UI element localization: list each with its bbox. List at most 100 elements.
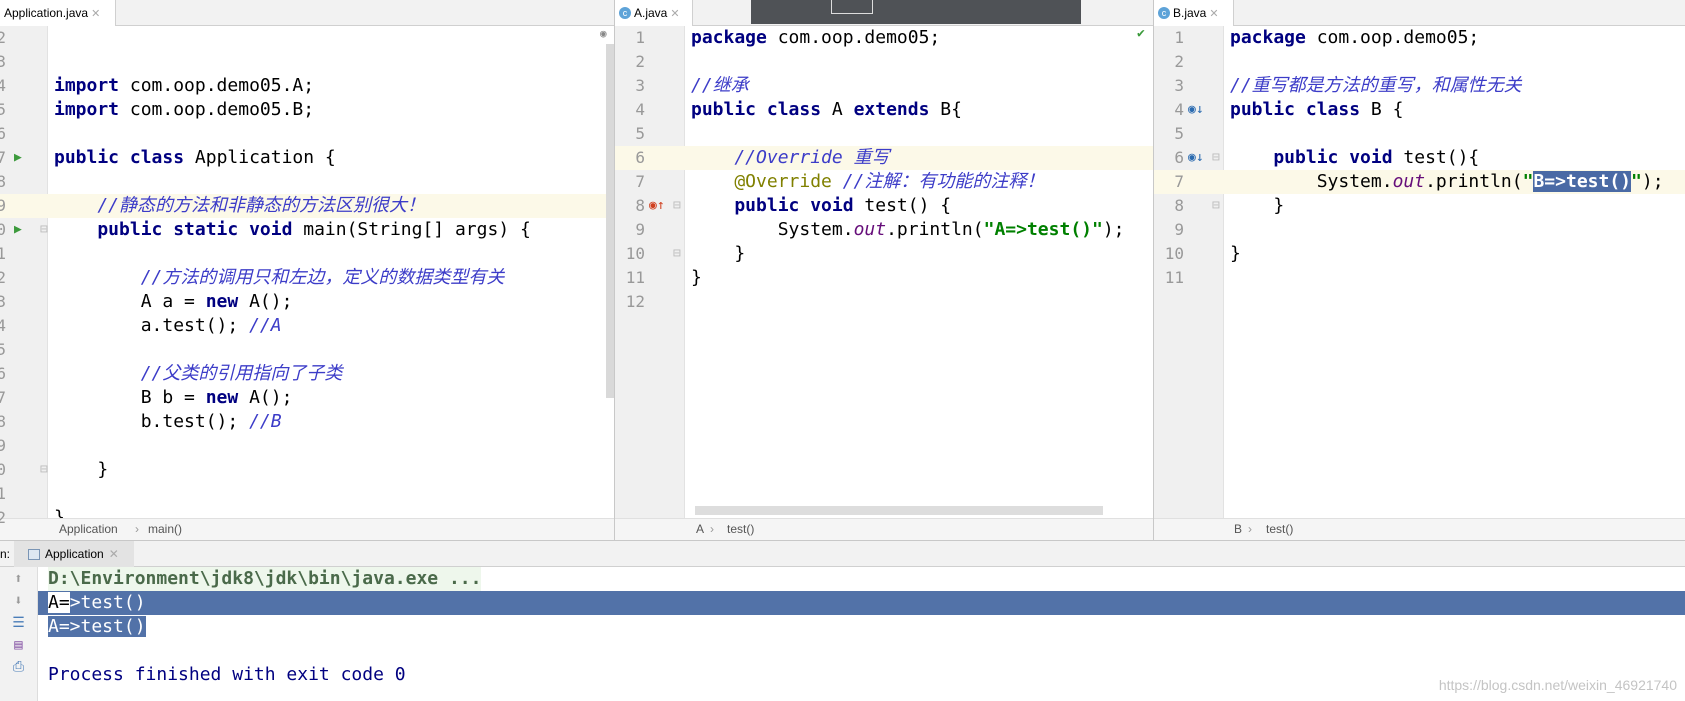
tab-a-java[interactable]: c A.java ✕: [615, 0, 693, 26]
close-icon[interactable]: ✕: [1209, 7, 1218, 20]
breadcrumb-item[interactable]: B: [1234, 519, 1242, 540]
code-token: test() {: [864, 195, 952, 216]
line-number: 5: [0, 100, 6, 119]
run-tab-bar: n: Application ✕: [0, 541, 1685, 567]
breadcrumb-item[interactable]: test(): [1266, 519, 1293, 540]
code-token: .println(: [1425, 171, 1523, 192]
line-number: 12: [625, 292, 645, 311]
overridden-icon[interactable]: ◉↓: [1188, 146, 1204, 170]
horizontal-scrollbar[interactable]: [695, 506, 1103, 515]
code-token: Application {: [194, 147, 336, 168]
console-icon: [28, 548, 40, 560]
fold-icon[interactable]: ⊟: [673, 194, 681, 218]
fold-icon[interactable]: ⊟: [1212, 146, 1220, 170]
code-area[interactable]: import com.oop.demo05.A; import com.oop.d…: [48, 26, 615, 528]
code-line: }: [1224, 194, 1685, 218]
line-number: 11: [625, 268, 645, 287]
code-token: //注解：有功能的注释！: [842, 171, 1045, 192]
breadcrumb-item[interactable]: A: [696, 519, 704, 540]
code-token: //重写都是方法的重写，和属性无关: [1230, 75, 1522, 96]
line-number: 4: [635, 100, 645, 119]
breadcrumb: A › test(): [615, 518, 1153, 540]
code-token: }: [1230, 195, 1285, 216]
code-token: );: [1641, 171, 1664, 192]
run-label: n:: [0, 547, 11, 561]
line-number: 9: [1174, 220, 1184, 239]
code-line: System.out.println("B=>test()");: [1224, 170, 1685, 194]
console-command: D:\Environment\jdk8\jdk\bin\java.exe ...: [48, 567, 482, 591]
close-icon[interactable]: ✕: [109, 547, 119, 561]
vertical-scrollbar[interactable]: [606, 44, 614, 398]
fold-icon[interactable]: ⊟: [40, 458, 48, 482]
fold-icon[interactable]: ⊟: [1212, 194, 1220, 218]
line-number: 18: [0, 412, 6, 431]
close-icon[interactable]: ✕: [91, 7, 100, 20]
tab-label: A.java: [634, 6, 668, 20]
code-token: public class: [54, 147, 195, 168]
tab-b-java[interactable]: c B.java ✕: [1154, 0, 1234, 26]
code-token: System.: [691, 219, 854, 240]
breadcrumb-item[interactable]: main(): [148, 519, 182, 540]
line-number: 3: [1174, 76, 1184, 95]
preview-eye-icon[interactable]: ◉: [600, 22, 607, 46]
soft-wrap-icon[interactable]: ☰: [0, 615, 37, 631]
code-line: public class B {: [1224, 98, 1685, 122]
line-number: 5: [1174, 124, 1184, 143]
code-token: B {: [1370, 99, 1404, 120]
code-token: main(String[] args) {: [303, 219, 531, 240]
line-number: 7: [0, 148, 6, 167]
arrow-down-icon[interactable]: ⬇: [0, 593, 37, 609]
fold-icon[interactable]: ⊟: [40, 218, 48, 242]
code-area[interactable]: package com.oop.demo05; //重写都是方法的重写，和属性无关…: [1224, 26, 1685, 518]
code-line: }: [685, 266, 1153, 290]
code-line: }: [48, 458, 615, 482]
code-line: //静态的方法和非静态的方法区别很大！: [48, 194, 615, 218]
run-icon[interactable]: ▶: [14, 218, 22, 242]
arrow-up-icon[interactable]: ⬆: [0, 571, 37, 587]
line-number: 17: [0, 388, 6, 407]
close-icon[interactable]: ✕: [670, 7, 679, 20]
editor-b-java: c B.java ✕ package com.oop.demo05; //重写都是方法…: [1154, 0, 1685, 540]
console-line: A=>test(): [48, 616, 146, 637]
code-token: "A=>test()": [983, 219, 1103, 240]
run-icon[interactable]: ▶: [14, 146, 22, 170]
code-token: extends: [853, 99, 941, 120]
line-number: 12: [0, 268, 6, 287]
overridden-icon[interactable]: ◉↓: [1188, 98, 1204, 122]
line-number: 2: [1174, 52, 1184, 71]
screen-overlay: [751, 0, 1081, 24]
fold-icon[interactable]: ⊟: [673, 242, 681, 266]
code-line: //父类的引用指向了子类: [48, 362, 615, 386]
line-number: 11: [0, 244, 6, 263]
print-icon[interactable]: ⎙: [0, 659, 37, 675]
line-number: 2: [635, 52, 645, 71]
code-token: }: [1230, 243, 1241, 264]
code-line: public void test() {: [685, 194, 1153, 218]
code-token: ": [1522, 171, 1534, 192]
tab-label: B.java: [1173, 6, 1207, 20]
code-token: //B: [249, 411, 282, 432]
breadcrumb-item[interactable]: test(): [727, 519, 754, 540]
code-token: a.test();: [54, 315, 250, 336]
line-number: 11: [1164, 268, 1184, 287]
line-number: 1: [635, 28, 645, 47]
code-token: A: [831, 99, 854, 120]
breadcrumb-item[interactable]: Application: [59, 519, 118, 540]
scroll-to-end-icon[interactable]: ▤: [0, 637, 37, 653]
code-line: public class Application {: [48, 146, 615, 170]
check-icon: ✔: [1137, 26, 1145, 41]
line-number: 9: [635, 220, 645, 239]
tab-application-java[interactable]: Application.java ✕: [0, 0, 116, 26]
code-line: B b = new A();: [48, 386, 615, 410]
override-icon[interactable]: ◉↑: [649, 194, 665, 218]
line-number: 6: [0, 124, 6, 143]
code-line: //继承: [685, 74, 1153, 98]
run-tab-application[interactable]: Application ✕: [14, 541, 134, 567]
code-line: a.test(); //A: [48, 314, 615, 338]
code-area[interactable]: package com.oop.demo05; //继承 public class …: [685, 26, 1153, 518]
